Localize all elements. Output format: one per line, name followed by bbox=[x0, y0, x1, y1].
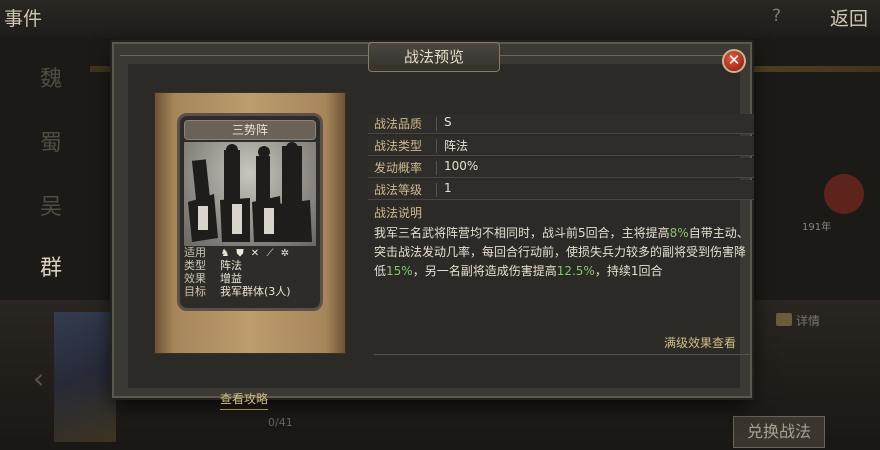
faction-tabs: 魏 蜀 吴 群 bbox=[28, 55, 86, 290]
tactic-name: 三势阵 bbox=[184, 120, 316, 140]
tactic-description: 我军三名武将阵营均不相同时，战斗前5回合，主将提高8%自带主动、突击战法发动几率… bbox=[374, 224, 750, 281]
tab-wei[interactable]: 魏 bbox=[40, 61, 62, 93]
attr-row-applicable: 适用 ♞ ⛊ ✕ ⟋ ✲ bbox=[184, 246, 316, 259]
event-marker-icon[interactable] bbox=[824, 174, 864, 214]
help-icon[interactable]: ? bbox=[772, 6, 781, 26]
tab-wu[interactable]: 吴 bbox=[40, 189, 62, 221]
description-highlight: 15% bbox=[386, 264, 413, 278]
page-count: 0/41 bbox=[268, 416, 293, 429]
stat-key: 战法等级 bbox=[374, 183, 423, 197]
description-highlight: 8% bbox=[669, 226, 689, 240]
attr-value: 增益 bbox=[220, 272, 242, 285]
tactic-attributes: 适用 ♞ ⛊ ✕ ⟋ ✲ 类型 阵法 效果 增益 目标 我军群体(3人) bbox=[184, 246, 316, 306]
tab-qun[interactable]: 群 bbox=[40, 250, 62, 282]
stat-value: 100% bbox=[444, 159, 479, 173]
dialog-body: 三势阵 适用 ♞ ⛊ ✕ ⟋ ✲ 类型 阵法 效果 增益 目标 我军群体(3人)… bbox=[128, 64, 754, 410]
general-card-portrait[interactable] bbox=[54, 312, 116, 442]
event-marker-label: 191年 bbox=[802, 222, 832, 233]
stat-key: 战法类型 bbox=[374, 139, 423, 153]
attr-value: 我军群体(3人) bbox=[220, 285, 291, 298]
description-highlight: 12.5% bbox=[556, 264, 595, 278]
wheel-icon: ✲ bbox=[280, 248, 290, 259]
stat-divider bbox=[436, 161, 437, 175]
attr-row-type: 类型 阵法 bbox=[184, 259, 316, 272]
stat-divider bbox=[436, 139, 437, 153]
tactic-card: 三势阵 适用 ♞ ⛊ ✕ ⟋ ✲ 类型 阵法 效果 增益 目标 我军群体(3人) bbox=[154, 92, 346, 354]
stat-value: S bbox=[444, 115, 452, 129]
full-level-effect-link[interactable]: 满级效果查看 bbox=[664, 334, 736, 351]
chevron-left-icon[interactable]: ‹ bbox=[33, 362, 44, 395]
tactic-illustration bbox=[184, 142, 316, 246]
shield-icon: ⛊ bbox=[236, 248, 244, 259]
attr-value: 阵法 bbox=[220, 259, 242, 272]
tactic-preview-dialog: 战法预览 ✕ 三势阵 适用 ♞ ⛊ ✕ ⟋ ✲ 类型 阵法 效果 增益 目标 我… bbox=[112, 42, 754, 410]
stat-value: 1 bbox=[444, 181, 452, 195]
description-text: ，另一名副将造成伤害提高 bbox=[412, 264, 557, 278]
close-icon[interactable]: ✕ bbox=[722, 49, 746, 73]
tactic-stats-table: 战法品质 S 战法类型 阵法 发动概率 100% 战法等级 1 bbox=[368, 114, 754, 202]
stat-key: 发动概率 bbox=[374, 161, 423, 175]
exchange-tactic-button[interactable]: 兑换战法 bbox=[733, 416, 825, 448]
description-text: ，持续1回合 bbox=[594, 264, 663, 278]
view-strategy-link[interactable]: 查看攻略 bbox=[220, 390, 269, 410]
top-bar bbox=[0, 0, 880, 38]
tactic-card-inner: 三势阵 适用 ♞ ⛊ ✕ ⟋ ✲ 类型 阵法 效果 增益 目标 我军群体(3人) bbox=[177, 113, 323, 311]
detail-label[interactable]: 详情 bbox=[796, 312, 820, 329]
dialog-title: 战法预览 bbox=[368, 42, 500, 72]
attr-key: 效果 bbox=[184, 272, 206, 285]
attr-key: 类型 bbox=[184, 259, 206, 272]
stat-divider bbox=[436, 117, 437, 131]
applicable-troops: ♞ ⛊ ✕ ⟋ ✲ bbox=[220, 246, 295, 259]
stat-row-type: 战法类型 阵法 bbox=[368, 136, 754, 156]
cavalry-icon: ♞ bbox=[220, 248, 230, 259]
attr-row-target: 目标 我军群体(3人) bbox=[184, 285, 316, 298]
divider bbox=[374, 354, 750, 355]
stat-row-quality: 战法品质 S bbox=[368, 114, 754, 134]
stat-row-level: 战法等级 1 bbox=[368, 180, 754, 200]
attr-row-effect: 效果 增益 bbox=[184, 272, 316, 285]
crossed-arrows-icon: ✕ bbox=[250, 248, 260, 259]
description-text: 我军三名武将阵营均不相同时，战斗前5回合，主将提高 bbox=[374, 226, 670, 240]
spear-icon: ⟋ bbox=[266, 248, 274, 259]
stat-value: 阵法 bbox=[444, 139, 469, 153]
tab-shu[interactable]: 蜀 bbox=[40, 125, 62, 157]
attr-key: 适用 bbox=[184, 246, 206, 259]
stat-row-probability: 发动概率 100% bbox=[368, 158, 754, 178]
attr-key: 目标 bbox=[184, 285, 206, 298]
soldiers-silhouette-icon bbox=[188, 142, 312, 242]
description-title: 战法说明 bbox=[374, 206, 423, 220]
back-button[interactable]: 返回 bbox=[830, 4, 868, 31]
stat-divider bbox=[436, 183, 437, 197]
detail-icon[interactable] bbox=[776, 313, 792, 326]
screen-title: 事件 bbox=[4, 8, 43, 30]
stat-key: 战法品质 bbox=[374, 117, 423, 131]
